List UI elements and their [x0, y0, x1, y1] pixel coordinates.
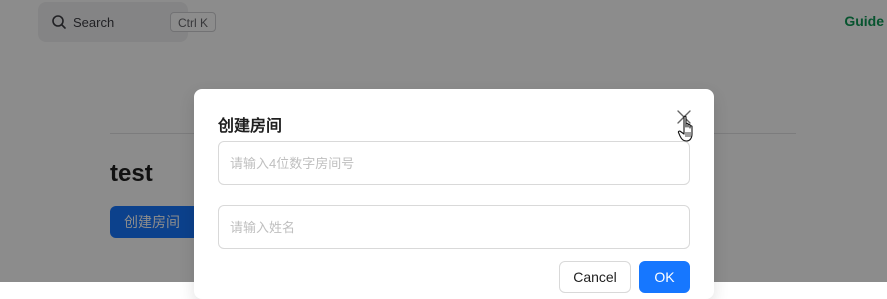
- dialog-title: 创建房间: [218, 118, 283, 135]
- name-input[interactable]: [218, 205, 690, 249]
- hand-pointer-icon: [677, 115, 699, 143]
- create-room-dialog: 创建房间 Cancel OK: [194, 89, 714, 299]
- room-number-input[interactable]: [218, 141, 690, 185]
- cancel-button[interactable]: Cancel: [559, 261, 631, 293]
- ok-button[interactable]: OK: [639, 261, 690, 293]
